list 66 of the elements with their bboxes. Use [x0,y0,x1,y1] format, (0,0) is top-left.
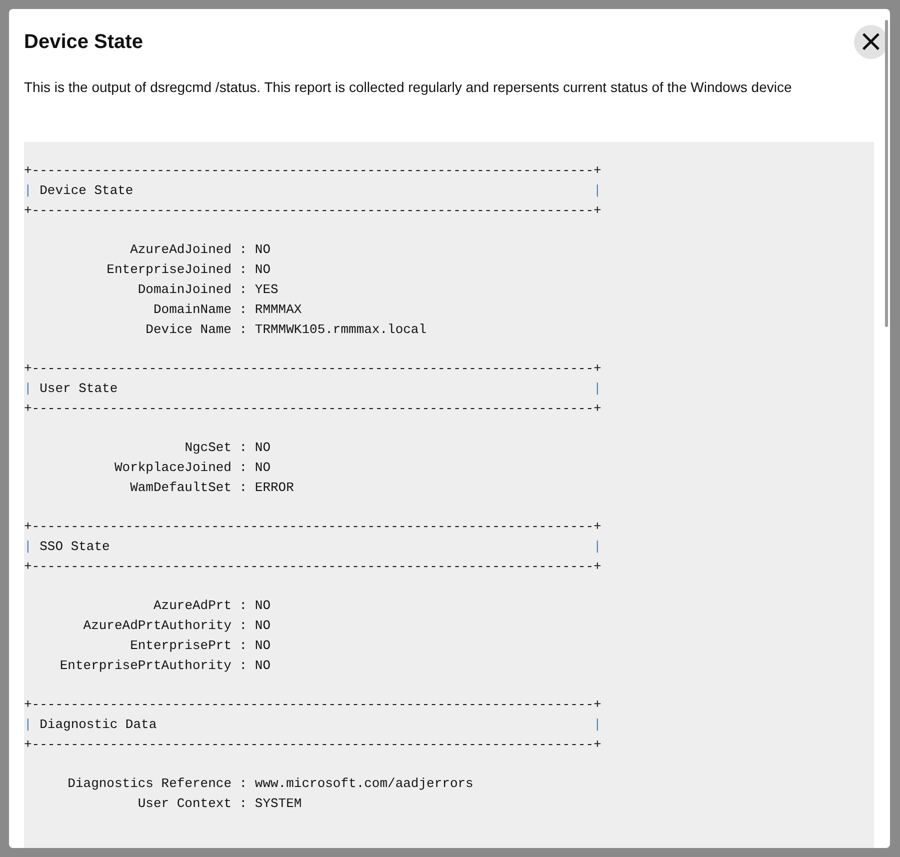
field-value: NO [254,241,271,259]
scrollbar-thumb[interactable] [885,20,888,327]
separator-text: : [239,795,248,813]
field-label: DomainJoined [136,281,232,299]
box-edge: | [24,182,32,200]
field-label: EnterpriseJoined [106,261,232,279]
field-label: DomainName [152,301,232,319]
field-label: WorkplaceJoined [113,459,232,477]
box-rule: +------------------------------------------------------------------------+ [24,736,602,754]
separator-text: : [239,775,248,793]
field-value: NO [254,617,271,635]
description-text: This is the output of dsregcmd /status. This report is collected regularly and repersents current status of the Windows device [24,79,793,95]
box-edge: | [593,538,602,556]
field-value: NO [254,637,271,655]
field-value: NO [254,459,271,477]
separator-text: : [239,261,248,279]
section-title: Device State [40,182,134,200]
box-edge: | [593,380,602,398]
field-label: User Context [136,795,232,813]
dialog-title: Device State [24,30,143,54]
box-edge: | [24,538,32,556]
separator-text: : [239,321,248,339]
field-value: NO [254,261,271,279]
field-value: SYSTEM [254,795,302,813]
box-rule: +------------------------------------------------------------------------+ [24,518,602,536]
separator-text: : [239,459,248,477]
box-rule: +------------------------------------------------------------------------+ [24,400,602,418]
field-value: ERROR [254,479,294,497]
box-rule: +------------------------------------------------------------------------+ [24,360,602,378]
section-title: Diagnostic Data [40,716,157,734]
field-value: TRMMWK105.rmmmax.local [254,321,427,339]
box-edge: | [24,380,32,398]
field-value: RMMMAX [254,301,302,319]
separator-text: : [239,301,248,319]
field-value: www.microsoft.com/aadjerrors [254,775,474,793]
field-label: AzureAdPrt [152,597,232,615]
field-value: NO [254,597,271,615]
field-value: NO [254,657,271,675]
field-label: Device Name [144,321,232,339]
field-label: WamDefaultSet [129,479,232,497]
box-rule: +------------------------------------------------------------------------+ [24,558,602,576]
box-edge: | [593,716,602,734]
field-value: YES [254,281,278,299]
field-label: NgcSet [184,439,232,457]
separator-text: : [239,617,248,635]
section-title: User State [40,380,118,398]
box-rule: +------------------------------------------------------------------------+ [24,202,602,220]
box-rule: +------------------------------------------------------------------------+ [24,696,602,714]
field-label: AzureAdPrtAuthority [82,617,232,635]
section-title: SSO State [40,538,110,556]
separator-text: : [239,597,248,615]
close-button[interactable]: × [854,25,888,59]
box-rule: +------------------------------------------------------------------------+ [24,162,602,180]
separator-text: : [239,439,248,457]
field-label: EnterprisePrtAuthority [58,657,232,675]
field-value: NO [254,439,271,457]
field-label: AzureAdJoined [129,241,232,259]
separator-text: : [239,479,248,497]
field-label: EnterprisePrt [129,637,232,655]
box-edge: | [593,182,602,200]
separator-text: : [239,657,248,675]
separator-text: : [239,241,248,259]
separator-text: : [239,281,248,299]
field-label: Diagnostics Reference [66,775,232,793]
box-edge: | [24,716,32,734]
separator-text: : [239,637,248,655]
